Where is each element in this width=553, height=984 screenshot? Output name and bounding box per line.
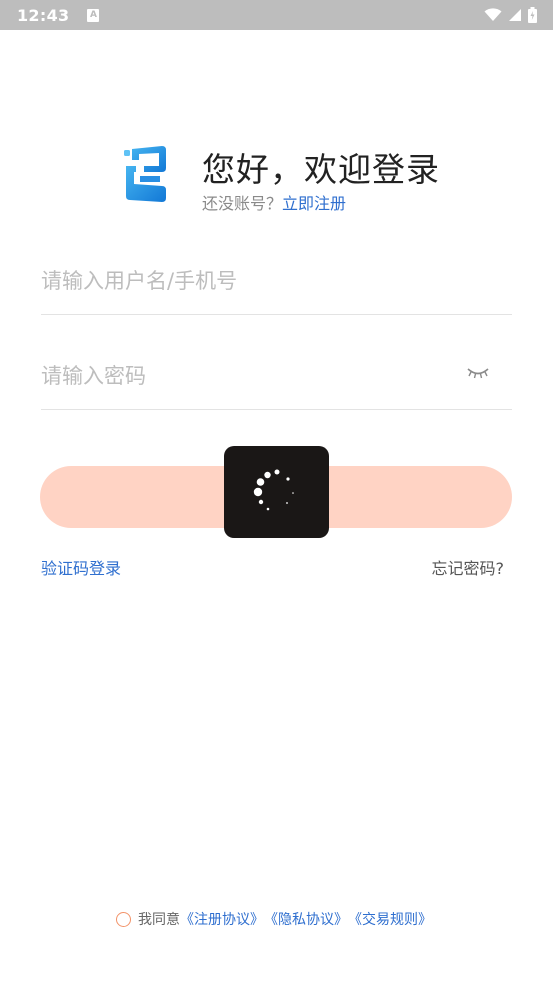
- password-divider: [41, 409, 512, 410]
- welcome-title: 您好，欢迎登录: [202, 150, 440, 189]
- register-prompt: 还没账号？立即注册: [202, 190, 346, 214]
- username-divider: [41, 314, 512, 315]
- sms-login-link[interactable]: 验证码登录: [41, 555, 121, 579]
- wifi-icon: [484, 8, 502, 21]
- status-time: 12:43: [17, 5, 70, 25]
- privacy-terms-link[interactable]: 《隐私协议》: [264, 909, 348, 929]
- loading-overlay: [224, 446, 329, 538]
- signal-icon: [509, 9, 521, 21]
- register-link[interactable]: 立即注册: [282, 194, 346, 213]
- agreement-row: 我同意 《注册协议》 《隐私协议》 《交易规则》: [116, 909, 432, 929]
- agree-checkbox[interactable]: [116, 911, 131, 927]
- status-bar: 12:43 A: [0, 0, 553, 30]
- app-logo: [124, 146, 166, 202]
- status-icons: [484, 7, 537, 23]
- password-input[interactable]: [41, 356, 461, 396]
- loading-spinner-icon: [253, 469, 294, 511]
- battery-charging-icon: [528, 7, 537, 23]
- register-terms-link[interactable]: 《注册协议》: [180, 909, 264, 929]
- username-input[interactable]: [41, 261, 512, 301]
- a-notification-icon: A: [87, 8, 100, 22]
- trade-rules-link[interactable]: 《交易规则》: [348, 909, 432, 929]
- eye-closed-icon[interactable]: [466, 366, 490, 380]
- no-account-text: 还没账号？: [202, 194, 283, 213]
- forgot-password-link[interactable]: 忘记密码?: [432, 555, 505, 579]
- agree-prefix: 我同意: [138, 912, 180, 928]
